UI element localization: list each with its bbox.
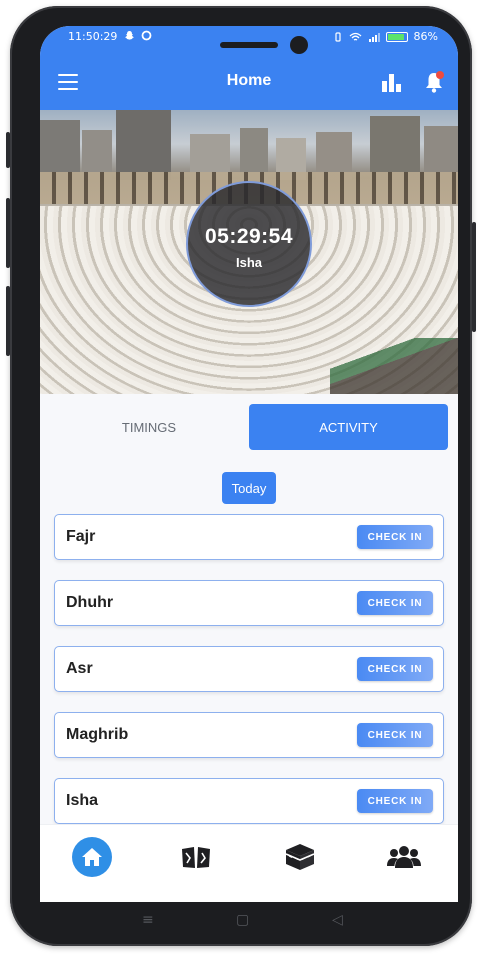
prayer-row-asr: Asr CHECK IN [54,646,444,692]
bell-notification-icon[interactable] [424,70,446,94]
power-button [6,132,10,168]
status-notification-icons [124,30,152,41]
front-camera [290,36,308,54]
check-in-button-isha[interactable]: CHECK IN [357,789,433,813]
nav-kaaba[interactable] [280,837,320,877]
circle-notification-icon [141,30,152,41]
statistics-icon[interactable] [382,72,402,92]
prayer-name: Isha [66,792,99,809]
tab-timings[interactable]: TIMINGS [50,404,248,450]
snapchat-icon [125,31,134,40]
battery-level: 86% [413,30,438,43]
nav-community[interactable] [384,837,424,877]
side-key [472,222,476,332]
home-key-icon[interactable]: ▢ [236,912,249,928]
nav-home[interactable] [72,837,112,877]
prayer-row-isha: Isha CHECK IN [54,778,444,824]
volume-down-button [6,286,10,356]
volume-up-button [6,198,10,268]
group-icon [387,846,421,868]
prayer-name: Maghrib [66,726,129,743]
prayer-name: Dhuhr [66,594,114,611]
status-time: 11:50:29 [68,30,118,43]
battery-icon [385,31,408,42]
phone-frame: 11:50:29 86% Home 05:29:54 Isha TIMINGS … [6,6,476,946]
next-prayer-name: Isha [235,255,262,270]
status-system-icons: 86% [333,30,438,43]
prayer-name: Asr [66,660,93,677]
speaker-grille [220,42,278,48]
book-icon [182,847,210,868]
system-navigation-keys: ≡ ▢ ◁ [10,902,472,946]
kaaba-icon [285,844,315,870]
prayer-activity-list: Fajr CHECK IN Dhuhr CHECK IN Asr CHECK I… [40,484,458,824]
today-button[interactable]: Today [222,472,276,504]
recent-apps-icon[interactable]: ≡ [142,912,154,928]
home-icon [72,837,112,877]
tab-activity[interactable]: ACTIVITY [249,404,448,450]
check-in-button-fajr[interactable]: CHECK IN [357,525,433,549]
courtyard-carpet-graphic [330,338,458,394]
wifi-icon [349,32,361,41]
check-in-button-maghrib[interactable]: CHECK IN [357,723,433,747]
skyline-graphic [40,110,458,180]
signal-icon [368,32,380,42]
prayer-row-maghrib: Maghrib CHECK IN [54,712,444,758]
app-screen: 11:50:29 86% Home 05:29:54 Isha TIMINGS … [40,26,458,902]
check-in-button-dhuhr[interactable]: CHECK IN [357,591,433,615]
nav-quran[interactable] [176,837,216,877]
tab-bar: TIMINGS ACTIVITY [40,394,458,484]
prayer-countdown: 05:29:54 Isha [186,181,312,307]
bottom-navigation [40,824,458,902]
prayer-name: Fajr [66,528,96,545]
prayer-row-fajr: Fajr CHECK IN [54,514,444,560]
check-in-button-asr[interactable]: CHECK IN [357,657,433,681]
countdown-time: 05:29:54 [204,225,294,248]
prayer-row-dhuhr: Dhuhr CHECK IN [54,580,444,626]
vibrate-icon [334,31,341,42]
back-key-icon[interactable]: ◁ [332,912,343,928]
app-bar: 11:50:29 86% Home [40,26,458,110]
